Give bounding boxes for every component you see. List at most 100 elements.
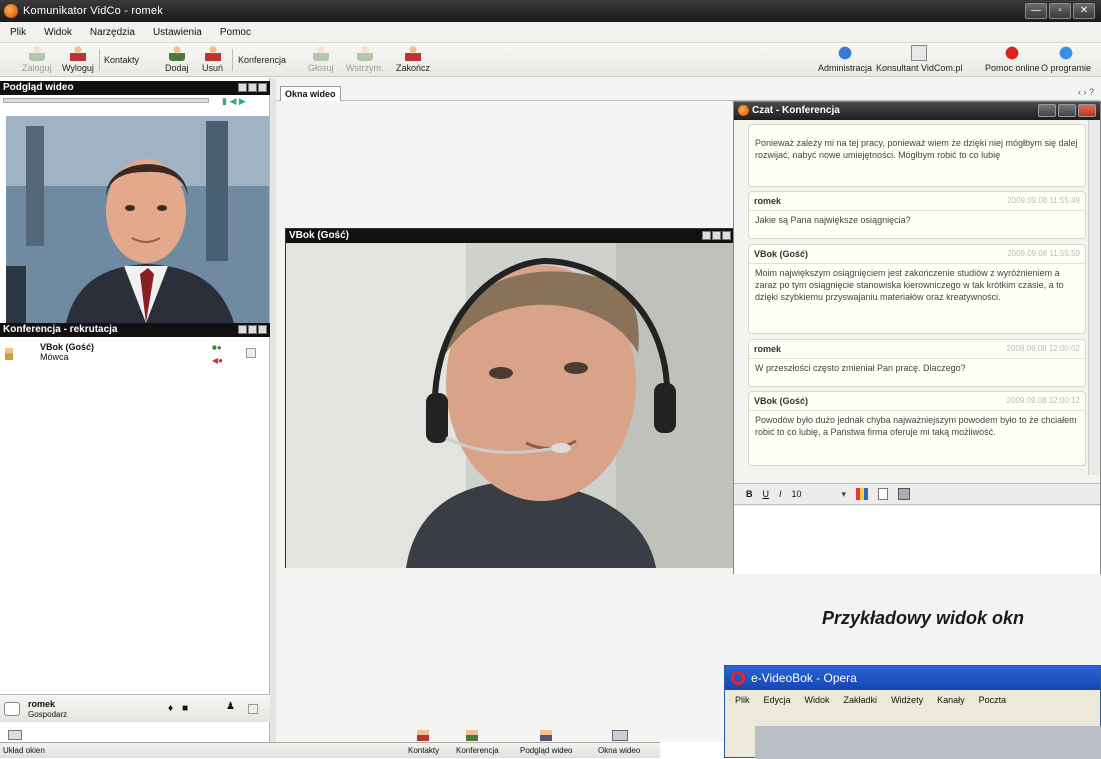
- conference-icon: [466, 730, 478, 741]
- menu-pomoc[interactable]: Pomoc: [220, 27, 251, 38]
- chat-message-header: VBok (Gość) 2009.09.08 12:00:12: [749, 392, 1085, 411]
- consultant-button[interactable]: Konsultant VidCom.pl: [876, 45, 962, 73]
- media-controls-icon[interactable]: ▮ ◀ ▶: [222, 96, 246, 107]
- host-name: romek: [28, 699, 56, 709]
- opera-menu-plik[interactable]: Plik: [735, 695, 750, 705]
- minimize-button[interactable]: —: [1025, 3, 1047, 19]
- hold-button[interactable]: Wstrzym.: [346, 45, 384, 73]
- tab-nav[interactable]: ‹ › ?: [1078, 87, 1094, 97]
- add-contact-icon: [168, 45, 185, 61]
- opera-page-content: [755, 726, 1101, 759]
- contacts-button[interactable]: Kontakty: [104, 55, 139, 65]
- login-label: Zaloguj: [22, 63, 52, 73]
- add-contact-label: Dodaj: [165, 63, 189, 73]
- chat-message-time: 2009.09.08 11:55:59: [1007, 249, 1080, 258]
- preview-close-button[interactable]: [258, 83, 267, 92]
- toolbar-separator: [232, 49, 233, 71]
- bold-button[interactable]: B: [746, 489, 753, 499]
- chat-message-text: Jakie są Pana największe osiągnięcia?: [755, 215, 911, 225]
- font-size-select[interactable]: 10: [792, 489, 802, 499]
- window-controls: — ▫ ✕: [1025, 3, 1095, 19]
- login-button[interactable]: Zaloguj: [22, 45, 52, 73]
- conference-button[interactable]: Konferencja: [238, 55, 286, 65]
- preview-max-button[interactable]: [248, 83, 257, 92]
- preview-min-button[interactable]: [238, 83, 247, 92]
- opera-menu-edycja[interactable]: Edycja: [764, 695, 791, 705]
- participant-name: VBok (Gość): [40, 342, 95, 352]
- host-bar: romek Gospodarz ♦ ■ ♟: [0, 694, 270, 722]
- add-contact-button[interactable]: Dodaj: [165, 45, 189, 73]
- attach-file-icon[interactable]: [878, 488, 889, 500]
- conference-close-button[interactable]: [258, 325, 267, 334]
- bottom-preview-button[interactable]: Podgląd wideo: [520, 746, 572, 755]
- vote-icon: [312, 45, 329, 61]
- online-help-button[interactable]: Pomoc online: [985, 45, 1040, 73]
- opera-menu-zakladki[interactable]: Zakładki: [844, 695, 878, 705]
- chat-message-header: romek 2009.09.08 11:55:49: [749, 192, 1085, 211]
- chat-close-button[interactable]: [1078, 104, 1096, 117]
- video-windows-icon: [612, 730, 628, 741]
- vote-button[interactable]: Głosuj: [308, 45, 334, 73]
- conference-max-button[interactable]: [248, 325, 257, 334]
- man-portrait-image: [6, 116, 269, 323]
- about-button[interactable]: O programie: [1041, 45, 1091, 73]
- chat-header: Czat - Konferencja: [734, 102, 1100, 120]
- home-icon: [4, 702, 20, 716]
- save-icon[interactable]: [898, 488, 911, 500]
- menu-widok[interactable]: Widok: [44, 27, 72, 38]
- host-mic-icon[interactable]: ♦: [168, 703, 173, 714]
- chat-minimize-button[interactable]: [1038, 104, 1056, 117]
- bottom-video-windows-button[interactable]: Okna wideo: [598, 746, 640, 755]
- title-bar: Komunikator VidCo - romek — ▫ ✕: [0, 0, 1101, 22]
- video-max-button[interactable]: [712, 231, 721, 240]
- color-dropdown-icon[interactable]: ▾: [842, 489, 847, 500]
- contacts-label: Kontakty: [104, 55, 140, 65]
- app-window: Komunikator VidCo - romek — ▫ ✕ Plik Wid…: [0, 0, 1101, 759]
- close-button[interactable]: ✕: [1073, 3, 1095, 19]
- participant-avatar-icon: [5, 348, 13, 360]
- chat-message-author: VBok (Gość): [754, 249, 809, 259]
- participant-item[interactable]: VBok (Gość) Mówca: [40, 342, 94, 362]
- opera-menu-widzety[interactable]: Widżety: [891, 695, 923, 705]
- window-layout-button[interactable]: Układ okien: [3, 746, 45, 755]
- host-menu-button[interactable]: [248, 704, 258, 714]
- menu-ustawienia[interactable]: Ustawienia: [153, 27, 202, 38]
- chat-message: romek 2009.09.08 11:55:49 Jakie są Pana n…: [748, 191, 1086, 239]
- video-min-button[interactable]: [702, 231, 711, 240]
- host-person-icon[interactable]: ♟: [226, 701, 235, 712]
- opera-menu-widok[interactable]: Widok: [805, 695, 830, 705]
- opera-logo-icon: [731, 671, 745, 685]
- left-panel: Podgląd wideo ▮ ◀ ▶ Konferencja - rekrut…: [0, 78, 270, 742]
- host-camera-icon[interactable]: ■: [182, 703, 188, 714]
- chat-format-toolbar: B U I 10 ▾: [734, 483, 1100, 505]
- end-conference-button[interactable]: Zakończ: [396, 45, 430, 73]
- conference-min-button[interactable]: [238, 325, 247, 334]
- logout-button[interactable]: Wyloguj: [62, 45, 94, 73]
- logout-icon: [69, 45, 86, 61]
- opera-menu-poczta[interactable]: Poczta: [979, 695, 1007, 705]
- conference-label: Konferencja: [238, 55, 287, 65]
- remove-contact-button[interactable]: Usuń: [202, 45, 223, 73]
- italic-button[interactable]: I: [779, 489, 782, 499]
- chat-maximize-button[interactable]: [1058, 104, 1076, 117]
- bottom-contacts-button[interactable]: Kontakty: [408, 746, 439, 755]
- participant-menu-button[interactable]: [246, 348, 256, 358]
- chat-message-time: 2009.09.08 11:55:49: [1007, 196, 1080, 205]
- chat-message: VBok (Gość) 2009.09.08 12:00:12 Powodów b…: [748, 391, 1086, 466]
- bottom-conference-button[interactable]: Konferencja: [456, 746, 499, 755]
- maximize-button[interactable]: ▫: [1049, 3, 1071, 19]
- menu-narzedzia[interactable]: Narzędzia: [90, 27, 135, 38]
- local-video-preview: [6, 116, 269, 323]
- volume-slider[interactable]: [3, 98, 209, 103]
- end-icon: [405, 45, 421, 61]
- color-picker-icon[interactable]: [856, 488, 869, 500]
- underline-button[interactable]: U: [763, 489, 770, 499]
- tab-video-windows[interactable]: Okna wideo: [280, 86, 341, 101]
- video-close-button[interactable]: [722, 231, 731, 240]
- chat-input[interactable]: [734, 506, 1100, 574]
- opera-menu-kanaly[interactable]: Kanały: [937, 695, 965, 705]
- chat-scrollbar[interactable]: [1088, 120, 1100, 475]
- consultant-icon: [911, 45, 928, 61]
- menu-plik[interactable]: Plik: [10, 27, 26, 38]
- administration-button[interactable]: Administracja: [818, 45, 872, 73]
